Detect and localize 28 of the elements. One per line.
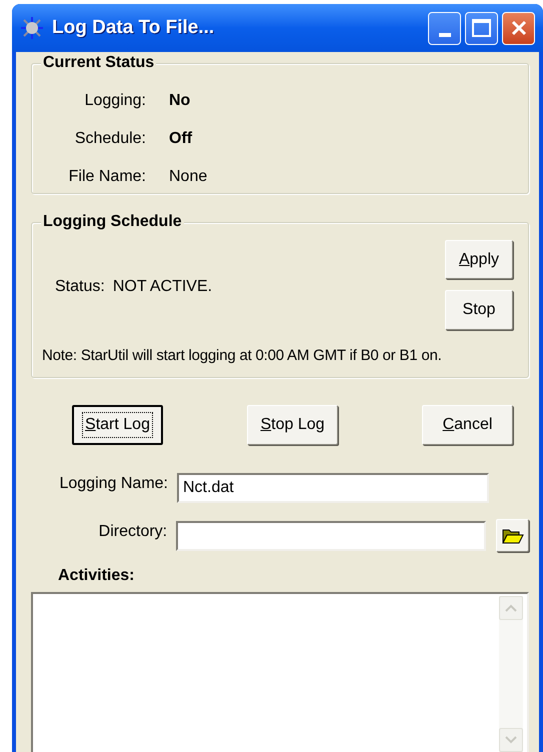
action-button[interactable]: Start Log [72, 405, 163, 445]
field-label: Logging Name: [58, 474, 168, 494]
status-value: None [169, 167, 208, 187]
activities-label: Activities: [57, 566, 136, 586]
input-field[interactable]: Nct.dat [177, 473, 489, 503]
action-button[interactable]: Stop Log [247, 405, 338, 445]
minimize-button[interactable] [428, 12, 461, 44]
close-button[interactable] [502, 12, 535, 44]
sun-icon [20, 16, 44, 40]
window-title: Log Data To File... [52, 16, 214, 40]
browse-button[interactable] [496, 519, 529, 552]
schedule-button[interactable]: Apply [445, 240, 513, 279]
schedule-note: Note: StarUtil will start logging at 0:00 AM GMT if B0 or B1 on. [41, 346, 443, 366]
status-label: File Name: [68, 167, 146, 187]
status-value: No [169, 91, 190, 111]
status-label: Logging: [84, 91, 146, 111]
schedule-status-value: NOT ACTIVE. [112, 277, 212, 297]
folder-icon [502, 526, 524, 544]
action-button[interactable]: Cancel [422, 405, 513, 445]
schedule-status-label: Status: [55, 277, 105, 297]
group-title: Logging Schedule [41, 212, 184, 232]
field-label: Directory: [98, 522, 168, 542]
input-field[interactable] [176, 520, 486, 550]
maximize-button[interactable] [465, 12, 498, 44]
status-value: Off [169, 129, 192, 149]
schedule-button[interactable]: Stop [445, 290, 513, 330]
close-icon [510, 19, 528, 37]
status-label: Schedule: [74, 129, 146, 149]
